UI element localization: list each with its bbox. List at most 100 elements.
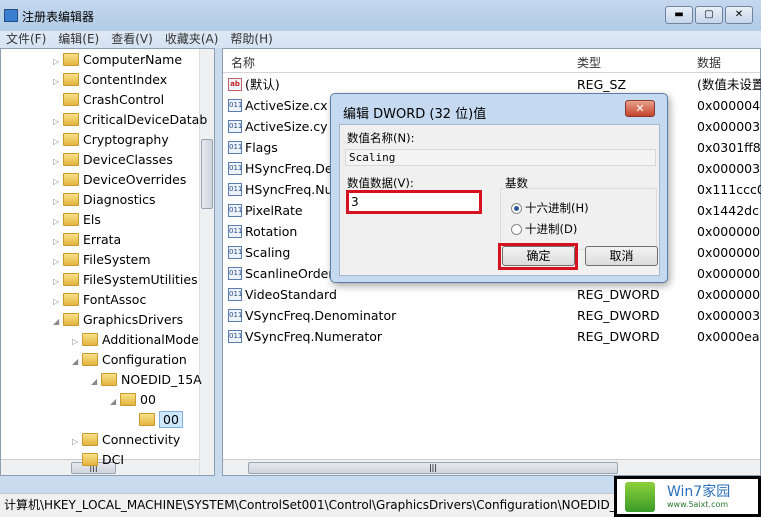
- column-type[interactable]: 类型: [577, 54, 601, 71]
- expand-icon[interactable]: ▷: [72, 332, 82, 352]
- tree-item[interactable]: ▷ DeviceClasses: [53, 150, 173, 170]
- expand-icon[interactable]: ▷: [53, 292, 63, 312]
- value-data: 0x000000: [697, 224, 761, 239]
- tree-item[interactable]: DCI: [72, 450, 124, 470]
- decimal-radio[interactable]: 十进制(D): [511, 221, 577, 237]
- folder-icon: [63, 273, 79, 286]
- tree-item[interactable]: ▷ Cryptography: [53, 130, 169, 150]
- tree-item-label: Errata: [83, 232, 122, 247]
- maximize-button[interactable]: ▢: [695, 6, 723, 24]
- expand-icon[interactable]: ▷: [53, 232, 63, 252]
- tree-item-label: 00: [140, 392, 156, 407]
- menu-edit[interactable]: 编辑(E): [52, 31, 105, 48]
- binary-value-icon: 011: [228, 267, 242, 280]
- expand-icon[interactable]: ▷: [53, 252, 63, 272]
- expand-icon[interactable]: ▷: [53, 72, 63, 92]
- dialog-close-button[interactable]: ✕: [625, 100, 655, 117]
- tree-item[interactable]: ▷ CriticalDeviceDatab: [53, 110, 207, 130]
- expand-icon[interactable]: ◢: [91, 372, 101, 392]
- tree-item[interactable]: ◢ Configuration: [72, 350, 187, 370]
- scroll-thumb[interactable]: [201, 139, 213, 209]
- minimize-button[interactable]: ▬: [665, 6, 693, 24]
- menu-favorites[interactable]: 收藏夹(A): [159, 31, 225, 48]
- value-data: 0x000003: [697, 161, 761, 176]
- tree-item[interactable]: ▷ Connectivity: [72, 430, 180, 450]
- column-data[interactable]: 数据: [697, 54, 721, 71]
- folder-icon: [63, 233, 79, 246]
- menu-bar: 文件(F) 编辑(E) 查看(V) 收藏夹(A) 帮助(H): [0, 31, 761, 48]
- tree-item[interactable]: ▷ FontAssoc: [53, 290, 146, 310]
- list-header: 名称 类型 数据: [223, 49, 760, 73]
- scroll-thumb[interactable]: |||: [248, 462, 618, 474]
- menu-help[interactable]: 帮助(H): [224, 31, 278, 48]
- list-row[interactable]: 011 VideoStandard REG_DWORD 0x000000: [223, 284, 760, 305]
- ok-button[interactable]: 确定: [502, 246, 575, 266]
- expand-icon[interactable]: ▷: [53, 52, 63, 72]
- tree-item[interactable]: ▷ FileSystem: [53, 250, 151, 270]
- expand-icon[interactable]: ▷: [53, 112, 63, 132]
- binary-value-icon: 011: [228, 183, 242, 196]
- dialog-title: 编辑 DWORD (32 位)值: [343, 107, 487, 122]
- binary-value-icon: 011: [228, 288, 242, 301]
- menu-file[interactable]: 文件(F): [0, 31, 52, 48]
- expand-icon[interactable]: ▷: [72, 432, 82, 452]
- binary-value-icon: 011: [228, 225, 242, 238]
- expand-icon[interactable]: ▷: [53, 132, 63, 152]
- tree-item[interactable]: CrashControl: [53, 90, 164, 110]
- expand-icon[interactable]: ▷: [53, 272, 63, 292]
- string-value-icon: ab: [228, 78, 242, 91]
- title-bar: 注册表编辑器 ▬ ▢ ✕: [0, 0, 761, 31]
- binary-value-icon: 011: [228, 246, 242, 259]
- tree-item-label: FontAssoc: [83, 292, 147, 307]
- tree-item[interactable]: ▷ DeviceOverrides: [53, 170, 186, 190]
- list-row[interactable]: 011 VSyncFreq.Denominator REG_DWORD 0x00000…: [223, 305, 760, 326]
- binary-value-icon: 011: [228, 309, 242, 322]
- close-button[interactable]: ✕: [725, 6, 753, 24]
- folder-icon: [63, 173, 79, 186]
- tree-item-label: NOEDID_15A: [121, 372, 202, 387]
- decimal-label: 十进制(D): [525, 222, 578, 236]
- value-name: VideoStandard: [245, 287, 337, 302]
- hex-radio[interactable]: 十六进制(H): [511, 200, 589, 216]
- value-data: 0x000004: [697, 98, 761, 113]
- tree-item[interactable]: 00: [129, 410, 183, 430]
- tree-item[interactable]: ▷ ComputerName: [53, 50, 182, 70]
- expand-icon[interactable]: ▷: [53, 212, 63, 232]
- tree-item-label: DCI: [102, 452, 125, 467]
- cancel-button[interactable]: 取消: [585, 246, 658, 266]
- tree-item[interactable]: ▷ Errata: [53, 230, 121, 250]
- tree-item-label: Diagnostics: [83, 192, 156, 207]
- expand-icon[interactable]: ▷: [53, 172, 63, 192]
- tree-item[interactable]: ◢ 00: [110, 390, 156, 410]
- watermark-title: Win7家园: [667, 484, 731, 500]
- expand-icon[interactable]: ▷: [53, 192, 63, 212]
- tree-item[interactable]: ▷ Diagnostics: [53, 190, 156, 210]
- binary-value-icon: 011: [228, 99, 242, 112]
- tree-item[interactable]: ◢ GraphicsDrivers: [53, 310, 183, 330]
- binary-value-icon: 011: [228, 162, 242, 175]
- tree-item[interactable]: ▷ FileSystemUtilities: [53, 270, 198, 290]
- tree-item[interactable]: ▷ Els: [53, 210, 101, 230]
- folder-icon: [82, 333, 98, 346]
- expand-icon[interactable]: ◢: [53, 312, 63, 332]
- list-row[interactable]: ab(默认) REG_SZ (数值未设置): [223, 74, 761, 95]
- value-name: (默认): [245, 77, 280, 92]
- expand-icon[interactable]: ◢: [72, 352, 82, 372]
- list-row[interactable]: 011 VSyncFreq.Numerator REG_DWORD 0x0000ea: [223, 326, 760, 347]
- tree-item[interactable]: ▷ ContentIndex: [53, 70, 167, 90]
- radio-unselected-icon: [511, 224, 522, 235]
- folder-icon: [63, 213, 79, 226]
- tree-item[interactable]: ▷ AdditionalMode: [72, 330, 199, 350]
- value-data-input[interactable]: 3: [346, 190, 482, 214]
- tree-item[interactable]: ◢ NOEDID_15A: [91, 370, 202, 390]
- folder-icon: [63, 113, 79, 126]
- tree-item-label: FileSystemUtilities: [83, 272, 198, 287]
- expand-icon[interactable]: ▷: [53, 152, 63, 172]
- expand-icon[interactable]: ◢: [110, 392, 120, 412]
- tree-item-label: Connectivity: [102, 432, 181, 447]
- list-horizontal-scrollbar[interactable]: |||: [223, 459, 760, 475]
- column-name[interactable]: 名称: [231, 54, 255, 71]
- value-data: 0x000000: [697, 266, 761, 281]
- menu-view[interactable]: 查看(V): [105, 31, 159, 48]
- value-data: (数值未设置): [697, 77, 761, 92]
